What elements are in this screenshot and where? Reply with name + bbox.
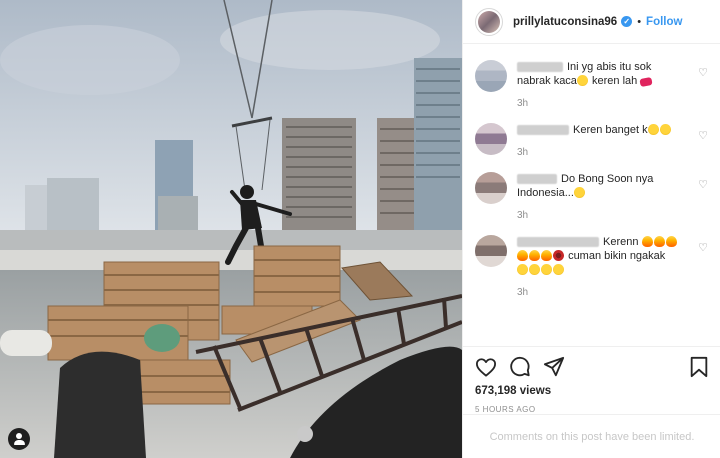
author-username[interactable]: prillylatuconsina96	[513, 16, 617, 28]
heart-icon[interactable]: ♡	[698, 66, 708, 79]
comment-text: Kerenn cuman bikin ngakak	[517, 235, 689, 277]
post-header: prillylatuconsina96 ✓ • Follow	[463, 0, 720, 44]
comment-item: Ini yg abis itu sok nabrak kaca keren la…	[475, 60, 708, 109]
star-eyes-emoji-icon	[647, 124, 659, 135]
user-tag-body	[13, 440, 25, 445]
commenter-avatar[interactable]	[475, 235, 507, 267]
laughing-emoji-icon	[529, 264, 540, 275]
commenter-avatar[interactable]	[475, 172, 507, 204]
verified-icon: ✓	[621, 16, 633, 27]
fire-emoji-icon	[541, 250, 552, 261]
comment-body: Ini yg abis itu sok nabrak kaca keren la…	[517, 60, 689, 109]
comment-text: Keren banget k	[517, 123, 689, 137]
follow-button[interactable]: Follow	[646, 16, 682, 28]
commenter-username[interactable]	[517, 237, 599, 248]
fire-emoji-icon	[517, 250, 528, 261]
heart-icon[interactable]: ♡	[698, 178, 708, 191]
laughing-emoji-icon	[553, 264, 564, 275]
grinning-emoji-icon	[576, 75, 588, 86]
user-tag-icon[interactable]	[8, 428, 30, 450]
comment-text: Ini yg abis itu sok nabrak kaca keren la…	[517, 61, 653, 87]
like-icon[interactable]	[475, 357, 497, 377]
fire-emoji-icon	[665, 236, 677, 247]
heart-icon[interactable]: ♡	[698, 241, 708, 254]
comment-item: Do Bong Soon nya Indonesia... 3h ♡	[475, 172, 708, 221]
commenter-avatar[interactable]	[475, 123, 507, 155]
share-icon[interactable]	[543, 356, 565, 378]
comment-time: 3h	[517, 147, 529, 158]
comments-list[interactable]: Ini yg abis itu sok nabrak kaca keren la…	[463, 44, 720, 346]
heart-icon[interactable]: ♡	[698, 129, 708, 142]
comment-time: 3h	[517, 98, 529, 109]
comment-body: Keren banget k 3h	[517, 123, 689, 158]
view-count[interactable]: 673,198 views	[475, 385, 709, 397]
comment-item: Kerenn cuman bikin ngakak 3h ♡	[475, 235, 708, 298]
comment-text: Do Bong Soon nya Indonesia...	[517, 173, 654, 199]
laughing-emoji-icon	[541, 264, 552, 275]
fire-emoji-icon	[641, 236, 653, 247]
header-separator: •	[637, 15, 642, 28]
rose-emoji-icon	[553, 250, 564, 261]
commenter-username[interactable]	[517, 125, 569, 136]
commenter-username[interactable]	[517, 62, 563, 73]
fire-emoji-icon	[653, 236, 665, 247]
comment-time: 3h	[517, 287, 529, 298]
laughing-emoji-icon	[517, 264, 528, 275]
star-eyes-emoji-icon	[659, 124, 671, 135]
post-timestamp[interactable]: 5 HOURS AGO	[475, 405, 709, 414]
post-media[interactable]	[0, 0, 462, 458]
fire-emoji-icon	[529, 250, 540, 261]
commenter-username[interactable]	[517, 174, 557, 185]
comment-item: Keren banget k 3h ♡	[475, 123, 708, 158]
post-actions: 673,198 views 5 HOURS AGO	[463, 346, 720, 414]
user-tag-head	[16, 433, 22, 439]
instagram-post: prillylatuconsina96 ✓ • Follow Ini yg ab…	[0, 0, 720, 458]
author-avatar[interactable]	[475, 7, 503, 36]
heart-emoji-icon	[639, 77, 653, 87]
star-eyes-emoji-icon	[573, 187, 585, 198]
comments-limited-notice: Comments on this post have been limited.	[463, 414, 720, 458]
comment-time: 3h	[517, 210, 529, 221]
comment-body: Kerenn cuman bikin ngakak 3h	[517, 235, 689, 298]
post-photo	[0, 0, 462, 458]
commenter-avatar[interactable]	[475, 60, 507, 92]
comment-icon[interactable]	[509, 356, 531, 378]
comment-body: Do Bong Soon nya Indonesia... 3h	[517, 172, 689, 221]
action-icons	[475, 355, 709, 379]
bookmark-icon[interactable]	[689, 356, 709, 378]
post-sidebar: prillylatuconsina96 ✓ • Follow Ini yg ab…	[462, 0, 720, 458]
